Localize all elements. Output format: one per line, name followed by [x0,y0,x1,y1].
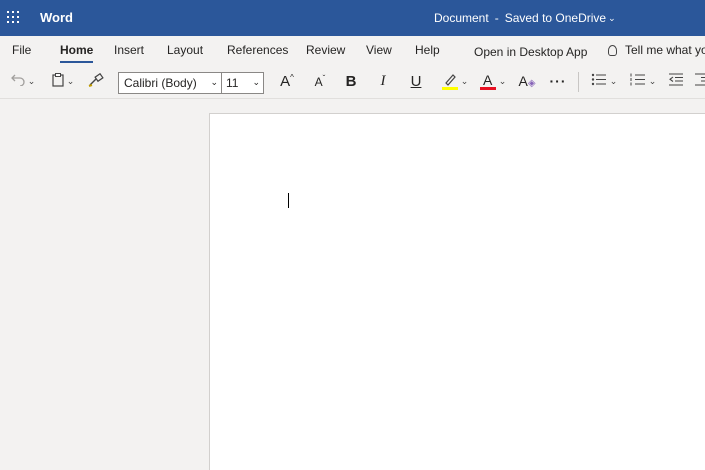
tab-references[interactable]: References [227,43,288,57]
app-name[interactable]: Word [40,10,73,25]
increase-indent-icon [694,73,705,89]
underline-button[interactable]: U [405,71,427,91]
font-size-select[interactable]: 11 ⌄ [222,72,264,94]
undo-button[interactable]: ⌄ [8,71,38,91]
underline-label: U [410,72,422,90]
styles-button[interactable]: A◈ [517,71,537,91]
bullets-button[interactable]: ⌄ [588,71,620,91]
undo-icon [10,73,25,89]
chevron-down-icon[interactable]: ⌄ [649,76,657,87]
decrease-indent-button[interactable] [666,71,686,91]
font-name-select[interactable]: Calibri (Body) ⌄ [118,72,222,94]
tab-layout[interactable]: Layout [167,43,203,57]
document-page[interactable] [209,113,705,470]
increase-indent-button[interactable] [694,71,705,91]
toolbar-divider [578,72,579,92]
ribbon-toolbar: ⌄ ⌄ Calibri (Body) ⌄ 11 ⌄ A^ Aˇ B I U ⌄ [0,64,705,99]
styles-icon: A◈ [518,73,536,89]
paste-icon [52,72,64,90]
tab-help[interactable]: Help [415,43,440,57]
decrease-indent-icon [668,73,684,89]
chevron-down-icon[interactable]: ⌄ [461,76,469,87]
shrink-font-icon: Aˇ [314,73,326,89]
highlight-icon [441,72,458,90]
chevron-down-icon[interactable]: ⌄ [499,76,507,87]
chevron-down-icon[interactable]: ⌄ [610,76,618,87]
font-size-value: 11 [226,76,239,90]
chevron-down-icon[interactable]: ⌄ [210,77,218,88]
app-launcher-icon[interactable] [7,11,21,25]
italic-button[interactable]: I [372,71,394,91]
more-label: ··· [549,73,567,89]
tab-review[interactable]: Review [306,43,345,57]
title-bar: Word Document - Saved to OneDrive ⌄ [0,0,705,36]
font-color-button[interactable]: A ⌄ [478,71,508,91]
open-in-desktop-app-button[interactable]: Open in Desktop App [474,45,587,59]
document-title[interactable]: Document [434,11,489,25]
font-color-letter: A [483,72,493,88]
format-painter-icon [88,72,104,90]
paste-button[interactable]: ⌄ [48,71,78,91]
tab-home[interactable]: Home [60,43,94,63]
more-options-button[interactable]: ··· [547,71,569,91]
chevron-down-icon[interactable]: ⌄ [252,77,260,88]
tab-view[interactable]: View [366,43,392,57]
font-color-icon: A [479,72,496,90]
format-painter-button[interactable] [86,71,106,91]
chevron-down-icon[interactable]: ⌄ [28,76,36,87]
bullets-icon [591,73,607,89]
bold-button[interactable]: B [340,71,362,91]
text-cursor [288,193,289,208]
chevron-down-icon[interactable]: ⌄ [67,76,75,87]
shrink-font-button[interactable]: Aˇ [309,71,331,91]
numbering-icon [630,73,646,89]
italic-label: I [380,72,386,89]
document-status[interactable]: Document - Saved to OneDrive ⌄ [434,11,616,25]
title-separator: - [494,11,499,25]
ribbon-tabs: File Home Insert Layout References Revie… [0,36,705,64]
bold-label: B [345,72,357,90]
lightbulb-icon [608,45,617,56]
tell-me-box[interactable]: Tell me what yo [608,43,705,57]
numbering-button[interactable]: ⌄ [627,71,659,91]
grow-font-icon: A^ [280,72,294,90]
tell-me-text: Tell me what yo [625,43,705,57]
tab-file[interactable]: File [12,43,31,57]
highlight-button[interactable]: ⌄ [440,71,470,91]
grow-font-button[interactable]: A^ [276,71,298,91]
chevron-down-icon[interactable]: ⌄ [608,13,616,24]
save-status[interactable]: Saved to OneDrive [505,11,606,25]
font-name-value: Calibri (Body) [124,76,197,90]
tab-insert[interactable]: Insert [114,43,144,57]
